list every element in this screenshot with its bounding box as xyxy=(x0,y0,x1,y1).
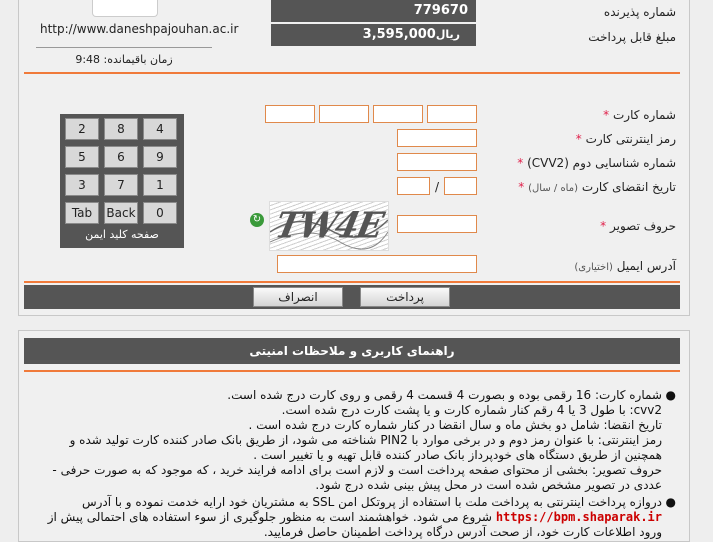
required-mark: * xyxy=(517,156,524,170)
note-line: عددی در تصویر مشخص شده است در محل پیش بی… xyxy=(315,478,662,492)
expiry-hint: (ماه / سال) xyxy=(528,183,578,194)
separator xyxy=(36,47,212,48)
keypad-key[interactable]: 7 xyxy=(104,174,138,196)
keypad-tab-key[interactable]: Tab xyxy=(65,202,99,224)
action-bar xyxy=(24,285,680,309)
keypad-back-key[interactable]: Back xyxy=(104,202,138,224)
keypad-key[interactable]: 5 xyxy=(65,146,99,168)
note-line: https://bpm.shaparak.ir شروع می شود. خوا… xyxy=(47,510,662,524)
captcha-image: TW4E xyxy=(269,201,389,251)
note-line: رمز اینترنتی: با عنوان رمز دوم و در برخی… xyxy=(69,433,662,447)
note-line: شماره کارت: 16 رقمی بوده و بصورت 4 قسمت … xyxy=(227,388,662,402)
time-remaining-value: 9:48 xyxy=(75,53,101,66)
card-number-part-3[interactable] xyxy=(319,105,369,123)
pay-button[interactable]: پرداخت xyxy=(360,287,450,307)
amount-number: 3,595,000 xyxy=(362,27,436,42)
merchant-url: http://www.daneshpajouhan.ac.ir xyxy=(40,22,239,36)
refresh-captcha-icon[interactable]: ↻ xyxy=(250,213,264,227)
note-line: تاریخ انقضا: شامل دو بخش ماه و سال انقضا… xyxy=(248,418,662,432)
expiry-label: تاریخ انقضای کارت (ماه / سال) * xyxy=(518,180,676,194)
pin-label: رمز اینترنتی کارت * xyxy=(575,132,676,146)
acceptor-value: 779670 xyxy=(413,3,468,18)
keypad-key[interactable]: 0 xyxy=(143,202,177,224)
time-remaining-label: زمان باقیمانده: xyxy=(103,53,173,66)
email-hint: (اختیاری) xyxy=(574,262,613,273)
bpm-link[interactable]: https://bpm.shaparak.ir xyxy=(496,510,662,524)
note-line: دروازه پرداخت اینترنتی به پرداخت ملت با … xyxy=(81,495,662,509)
required-mark: * xyxy=(603,108,610,122)
cvv2-field[interactable] xyxy=(397,153,477,171)
card-number-part-2[interactable] xyxy=(373,105,423,123)
note-line: همچنین از طریق دستگاه های خودپرداز بانک … xyxy=(253,448,662,462)
guide-title: راهنمای کاربری و ملاحظات امنیتی xyxy=(249,344,455,358)
pin-field[interactable] xyxy=(397,129,477,147)
captcha-field[interactable] xyxy=(397,215,477,233)
time-remaining: زمان باقیمانده: 9:48 xyxy=(36,53,212,66)
required-mark: * xyxy=(575,132,582,146)
keypad-key[interactable]: 1 xyxy=(143,174,177,196)
email-field[interactable] xyxy=(277,255,477,273)
keypad-key[interactable]: 8 xyxy=(104,118,138,140)
note-line: cvv2: با طول 3 یا 4 رقم کنار شماره کارت … xyxy=(281,403,662,417)
amount-value: ریال3,595,000 xyxy=(280,27,468,42)
acceptor-label: شماره پذیرنده xyxy=(603,5,676,19)
list-item: ● شماره کارت: 16 رقمی بوده و بصورت 4 قسم… xyxy=(26,388,676,493)
card-number-part-1[interactable] xyxy=(427,105,477,123)
guide-notes: ● شماره کارت: 16 رقمی بوده و بصورت 4 قسم… xyxy=(26,388,676,540)
bottom-divider xyxy=(24,281,680,283)
note-line: حروف تصویر: بخشی از محتوای صفحه پرداخت ا… xyxy=(52,463,662,477)
list-item: ● دروازه پرداخت اینترنتی به پرداخت ملت ب… xyxy=(26,495,676,540)
card-number-label: شماره کارت * xyxy=(603,108,676,122)
email-label: آدرس ایمیل (اختیاری) xyxy=(574,259,676,273)
captcha-label: حروف تصویر * xyxy=(600,219,676,233)
captcha-text: TW4E xyxy=(271,205,386,247)
expiry-separator: / xyxy=(435,180,440,194)
amount-unit: ریال xyxy=(435,28,460,41)
merchant-logo xyxy=(92,0,158,17)
cvv2-label: شماره شناسایی دوم (CVV2) * xyxy=(517,156,676,170)
top-divider xyxy=(24,72,680,74)
required-mark: * xyxy=(518,180,525,194)
cancel-button[interactable]: انصراف xyxy=(253,287,343,307)
expiry-year-field[interactable] xyxy=(397,177,430,195)
guide-divider xyxy=(24,370,680,372)
secure-keypad: 2 8 4 5 6 9 3 7 1 Tab Back 0 صفحه کلید ا… xyxy=(60,114,184,248)
bullet-icon: ● xyxy=(665,388,676,402)
keypad-caption: صفحه کلید ایمن xyxy=(85,228,159,241)
bullet-icon: ● xyxy=(665,495,676,509)
keypad-key[interactable]: 4 xyxy=(143,118,177,140)
keypad-key[interactable]: 6 xyxy=(104,146,138,168)
required-mark: * xyxy=(600,219,607,233)
keypad-key[interactable]: 3 xyxy=(65,174,99,196)
amount-label: مبلغ قابل پرداخت xyxy=(588,30,676,44)
keypad-key[interactable]: 2 xyxy=(65,118,99,140)
expiry-month-field[interactable] xyxy=(444,177,477,195)
card-number-part-4[interactable] xyxy=(265,105,315,123)
keypad-key[interactable]: 9 xyxy=(143,146,177,168)
